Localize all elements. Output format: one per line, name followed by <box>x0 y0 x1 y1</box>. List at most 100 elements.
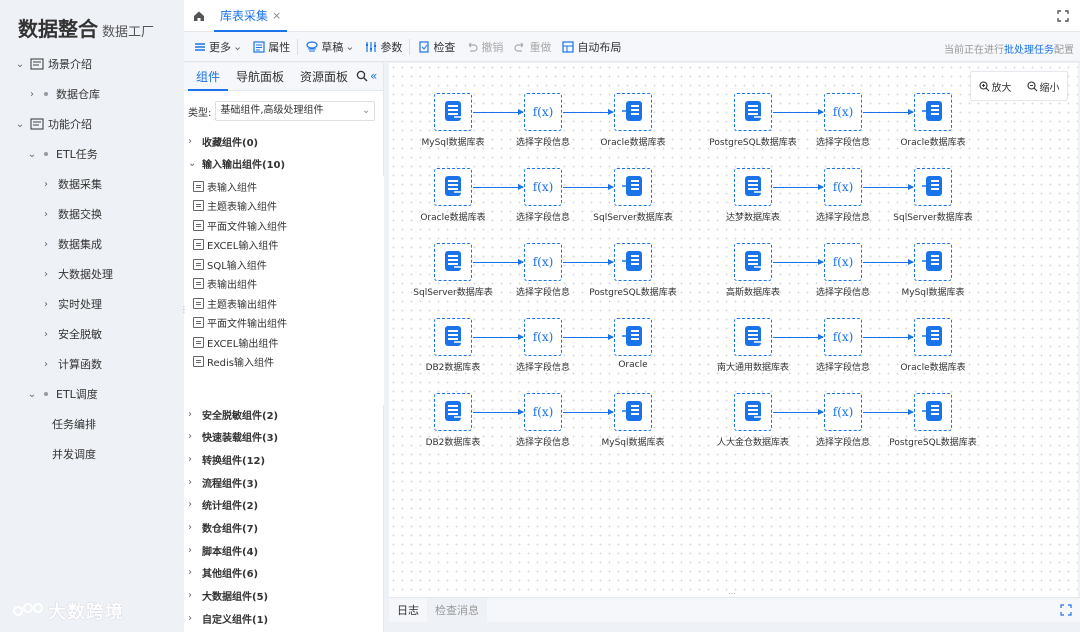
table-output-node[interactable] <box>614 93 652 131</box>
sidebar-item[interactable]: 任务编排 <box>0 409 184 439</box>
function-node[interactable]: f(x) <box>824 318 862 356</box>
component-group[interactable]: › 转换组件(12) <box>188 449 265 469</box>
chevron-right-icon: › <box>188 522 192 533</box>
component-item[interactable]: EXCEL输出组件 <box>193 333 278 351</box>
component-icon <box>193 180 204 192</box>
component-group[interactable]: › 数仓组件(7) <box>188 518 258 538</box>
flow-canvas[interactable]: 放大 缩小 MySql数据库表 f(x) 选择字段信息 Oracle数据库表 Postg… <box>389 63 1078 597</box>
tab-check-messages[interactable]: 检查消息 <box>427 597 487 623</box>
component-item[interactable]: 主题表输入组件 <box>193 197 277 215</box>
component-item[interactable]: 主题表输出组件 <box>193 294 277 312</box>
splitter-handle[interactable]: ⋯ <box>728 590 740 598</box>
component-group[interactable]: › 收藏组件(0) <box>188 131 258 151</box>
toolbar: 更多 ⌄ 属性 草稿 ⌄ 参数 检查 撤销 重做 自动布局 当前正在进行批处理任务配… <box>184 32 1080 62</box>
table-input-node[interactable] <box>734 93 772 131</box>
redo-button[interactable]: 重做 <box>508 36 556 58</box>
function-node[interactable]: f(x) <box>824 93 862 131</box>
sidebar-item[interactable]: › 数据仓库 <box>0 79 184 109</box>
table-output-node[interactable] <box>914 93 952 131</box>
undo-button[interactable]: 撤销 <box>460 36 508 58</box>
group-label: 脚本组件(4) <box>202 546 259 558</box>
tab-navigation[interactable]: 导航面板 <box>228 63 292 91</box>
zoom-out-button[interactable]: 缩小 <box>1026 79 1060 94</box>
sidebar-item[interactable]: › 大数据处理 <box>0 259 184 289</box>
table-input-node[interactable] <box>434 168 472 206</box>
sidebar-item[interactable]: › 安全脱敏 <box>0 319 184 349</box>
status-link[interactable]: 批处理任务 <box>1004 45 1054 56</box>
component-group[interactable]: › 自定义组件(1) <box>188 608 268 628</box>
component-group[interactable]: › 脚本组件(4) <box>188 540 258 560</box>
sidebar-item[interactable]: › 计算函数 <box>0 349 184 379</box>
table-input-node[interactable] <box>734 393 772 431</box>
sidebar-item[interactable]: 并发调度 <box>0 439 184 469</box>
component-item[interactable]: 平面文件输入组件 <box>193 216 287 234</box>
component-item[interactable]: 表输出组件 <box>193 275 257 293</box>
tab-resources[interactable]: 资源面板 <box>292 63 356 91</box>
table-output-node[interactable] <box>614 168 652 206</box>
table-output-node[interactable] <box>614 243 652 281</box>
sidebar-item[interactable]: › 实时处理 <box>0 289 184 319</box>
zoom-out-icon <box>1026 80 1037 91</box>
sidebar-item[interactable]: › 数据集成 <box>0 229 184 259</box>
params-button[interactable]: 参数 <box>359 36 407 58</box>
tab-log[interactable]: 日志 <box>389 598 427 623</box>
table-input-node[interactable] <box>734 168 772 206</box>
component-item[interactable]: EXCEL输入组件 <box>193 236 278 254</box>
zoom-in-button[interactable]: 放大 <box>978 79 1012 94</box>
props-button[interactable]: 属性 <box>247 36 295 58</box>
sidebar-item[interactable]: › 数据交换 <box>0 199 184 229</box>
sidebar-item[interactable]: › 数据采集 <box>0 169 184 199</box>
table-input-node[interactable] <box>434 243 472 281</box>
component-item[interactable]: SQL输入组件 <box>193 255 267 273</box>
tab-table-collection[interactable]: 库表采集 × <box>214 0 288 32</box>
table-input-node[interactable] <box>734 318 772 356</box>
table-output-node[interactable] <box>914 243 952 281</box>
component-group[interactable]: › 其他组件(6) <box>188 563 258 583</box>
sidebar-item[interactable]: ⌄ ETL调度 <box>0 379 184 409</box>
function-node[interactable]: f(x) <box>524 318 562 356</box>
check-button[interactable]: 检查 <box>412 36 460 58</box>
group-label: 安全脱敏组件(2) <box>202 410 279 422</box>
component-group[interactable]: ⌄ 输入输出组件(10) <box>188 153 285 173</box>
function-node[interactable]: f(x) <box>824 243 862 281</box>
component-group[interactable]: › 快速装载组件(3) <box>188 427 278 447</box>
table-output-node[interactable] <box>914 393 952 431</box>
table-input-node[interactable] <box>434 393 472 431</box>
draft-button[interactable]: 草稿 ⌄ <box>300 36 359 58</box>
component-group[interactable]: › 安全脱敏组件(2) <box>188 404 278 424</box>
type-select[interactable]: 基础组件,高级处理组件 ⌄ <box>215 101 376 121</box>
function-node[interactable]: f(x) <box>824 168 862 206</box>
function-node[interactable]: f(x) <box>524 243 562 281</box>
collapse-icon[interactable]: « <box>370 69 377 83</box>
splitter-handle[interactable]: ⋮ <box>180 306 188 314</box>
component-item[interactable]: 表输入组件 <box>193 177 257 195</box>
component-group[interactable]: › 统计组件(2) <box>188 495 258 515</box>
close-icon[interactable]: × <box>272 9 281 22</box>
sidebar-item[interactable]: ⌄ 场景介绍 <box>0 49 184 79</box>
sidebar-item[interactable]: ⌄ 功能介绍 <box>0 109 184 139</box>
sidebar-item[interactable]: ⌄ ETL任务 <box>0 139 184 169</box>
auto-layout-button[interactable]: 自动布局 <box>556 36 626 58</box>
component-group[interactable]: › 流程组件(3) <box>188 472 258 492</box>
component-group[interactable]: › 大数据组件(5) <box>188 586 268 606</box>
component-item[interactable]: 平面文件输出组件 <box>193 314 287 332</box>
function-node[interactable]: f(x) <box>824 393 862 431</box>
table-input-node[interactable] <box>434 93 472 131</box>
function-node[interactable]: f(x) <box>524 393 562 431</box>
table-input-node[interactable] <box>734 243 772 281</box>
table-input-node[interactable] <box>434 318 472 356</box>
tab-components[interactable]: 组件 <box>188 63 229 91</box>
home-icon[interactable] <box>192 9 206 23</box>
function-node[interactable]: f(x) <box>524 168 562 206</box>
component-item[interactable]: Redis输入组件 <box>193 353 274 371</box>
table-output-node[interactable] <box>914 168 952 206</box>
more-button[interactable]: 更多 ⌄ <box>188 36 247 58</box>
table-output-node[interactable] <box>614 393 652 431</box>
fullscreen-icon[interactable] <box>1056 9 1070 23</box>
search-icon[interactable] <box>356 70 368 82</box>
expand-icon[interactable] <box>1060 604 1072 616</box>
brand-subtitle: 数据工厂 <box>102 25 155 40</box>
function-node[interactable]: f(x) <box>524 93 562 131</box>
table-output-node[interactable] <box>614 318 652 356</box>
table-output-node[interactable] <box>914 318 952 356</box>
